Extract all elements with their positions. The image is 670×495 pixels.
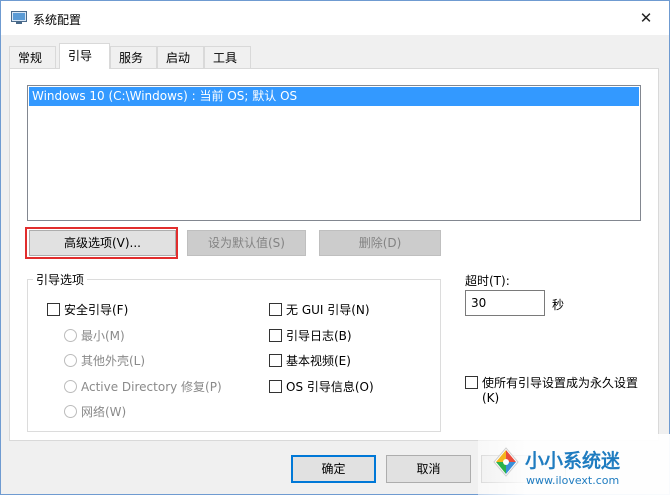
make-permanent-checkbox[interactable]: 使所有引导设置成为永久设置 xyxy=(465,374,638,391)
delete-button[interactable]: 删除(D) xyxy=(319,230,441,256)
close-button[interactable]: ✕ xyxy=(623,1,669,35)
boot-log-checkbox[interactable]: 引导日志(B) xyxy=(269,327,352,344)
checkbox-box xyxy=(465,376,478,389)
tab-general[interactable]: 常规 xyxy=(9,46,56,68)
radio-circle xyxy=(64,380,77,393)
set-default-button[interactable]: 设为默认值(S) xyxy=(187,230,306,256)
make-permanent-shortcut: (K) xyxy=(482,391,500,405)
os-list-item[interactable]: Windows 10 (C:\Windows) : 当前 OS; 默认 OS xyxy=(29,87,639,106)
radio-ad-repair[interactable]: Active Directory 修复(P) xyxy=(64,378,222,395)
timeout-input[interactable]: 30 xyxy=(465,290,545,316)
timeout-unit: 秒 xyxy=(552,298,565,312)
highlight-box xyxy=(25,227,178,259)
radio-minimal[interactable]: 最小(M) xyxy=(64,327,125,344)
tab-startup[interactable]: 启动 xyxy=(157,46,204,68)
checkbox-box xyxy=(47,303,60,316)
tab-tools[interactable]: 工具 xyxy=(204,46,251,68)
tab-services[interactable]: 服务 xyxy=(110,46,157,68)
base-video-checkbox[interactable]: 基本视频(E) xyxy=(269,352,351,369)
window-title: 系统配置 xyxy=(33,13,82,27)
checkbox-box xyxy=(269,380,282,393)
radio-network[interactable]: 网络(W) xyxy=(64,403,126,420)
close-icon: ✕ xyxy=(639,9,653,27)
no-gui-boot-checkbox[interactable]: 无 GUI 引导(N) xyxy=(269,301,370,318)
ok-button[interactable]: 确定 xyxy=(291,455,376,483)
app-icon xyxy=(11,11,27,24)
checkbox-box xyxy=(269,329,282,342)
radio-circle xyxy=(64,405,77,418)
title-bar: 系统配置 ✕ xyxy=(1,1,669,35)
checkbox-box xyxy=(269,354,282,367)
watermark-url: www.ilovext.com xyxy=(526,474,619,487)
safe-boot-checkbox[interactable]: 安全引导(F) xyxy=(47,301,128,318)
watermark-name: 小小系统迷 xyxy=(525,449,621,472)
os-list[interactable]: Windows 10 (C:\Windows) : 当前 OS; 默认 OS xyxy=(27,85,641,221)
tab-boot[interactable]: 引导 xyxy=(59,43,110,69)
radio-circle xyxy=(64,354,77,367)
boot-options-title: 引导选项 xyxy=(33,271,88,288)
cancel-button[interactable]: 取消 xyxy=(386,455,471,483)
checkbox-box xyxy=(269,303,282,316)
radio-alternate-shell[interactable]: 其他外壳(L) xyxy=(64,352,145,369)
radio-circle xyxy=(64,329,77,342)
timeout-label: 超时(T): xyxy=(465,274,510,288)
system-config-window: 系统配置 ✕ 常规 引导 服务 启动 工具 Windows 10 (C:\Win… xyxy=(0,0,670,495)
os-boot-info-checkbox[interactable]: OS 引导信息(O) xyxy=(269,378,374,395)
site-watermark: 小小系统迷 www.ilovext.com xyxy=(478,434,670,495)
